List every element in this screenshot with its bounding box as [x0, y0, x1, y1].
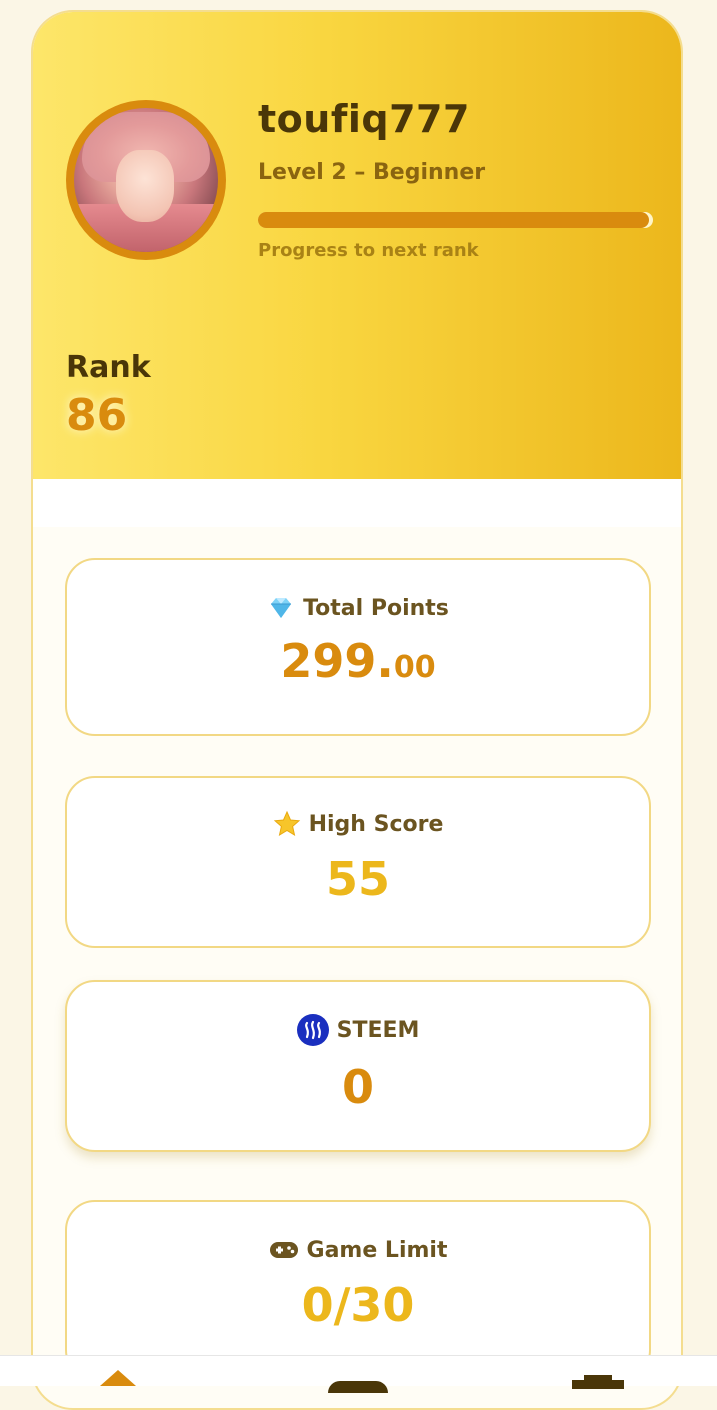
game-limit-label: Game Limit [306, 1237, 448, 1263]
home-icon[interactable] [96, 1370, 156, 1390]
avatar-image [74, 108, 218, 252]
game-limit-card: Game Limit 0/30 [65, 1200, 651, 1380]
header-divider [33, 479, 681, 527]
steem-label: STEEM [336, 1017, 420, 1043]
bottom-nav [0, 1355, 717, 1405]
nav-gamepad-icon[interactable] [328, 1378, 388, 1405]
total-points-value: 299.00 [67, 638, 649, 684]
high-score-value: 55 [325, 852, 390, 906]
rank-label: Rank [66, 350, 151, 385]
total-points-integer: 299. [280, 634, 394, 688]
gem-icon [267, 594, 295, 622]
rank-value: 86 [66, 390, 128, 441]
gamepad-icon [269, 1236, 299, 1264]
profile-header: toufiq777 Level 2 – Beginner Progress to… [33, 12, 681, 479]
total-points-label: Total Points [303, 595, 449, 621]
rank-progress-fill [258, 212, 650, 228]
rank-progress-bar [258, 212, 653, 228]
star-icon [273, 810, 301, 838]
level-label: Level 2 – Beginner [258, 160, 486, 185]
game-limit-label-row: Game Limit [67, 1236, 649, 1264]
steem-value: 0 [341, 1060, 374, 1114]
username: toufiq777 [258, 97, 470, 141]
steem-card: STEEM 0 [65, 980, 651, 1152]
avatar[interactable] [66, 100, 226, 260]
total-points-decimal: 00 [393, 650, 436, 685]
total-points-label-row: Total Points [67, 594, 649, 622]
steem-icon [296, 1014, 329, 1046]
progress-caption: Progress to next rank [258, 240, 479, 261]
steem-label-row: STEEM [67, 1014, 649, 1046]
high-score-label-row: High Score [67, 810, 649, 838]
total-points-card: Total Points 299.00 [65, 558, 651, 736]
high-score-card: High Score 55 [65, 776, 651, 948]
leaderboard-icon[interactable] [570, 1374, 630, 1394]
profile-card: toufiq777 Level 2 – Beginner Progress to… [31, 10, 683, 1410]
high-score-label: High Score [308, 811, 444, 837]
game-limit-value: 0/30 [301, 1278, 415, 1332]
